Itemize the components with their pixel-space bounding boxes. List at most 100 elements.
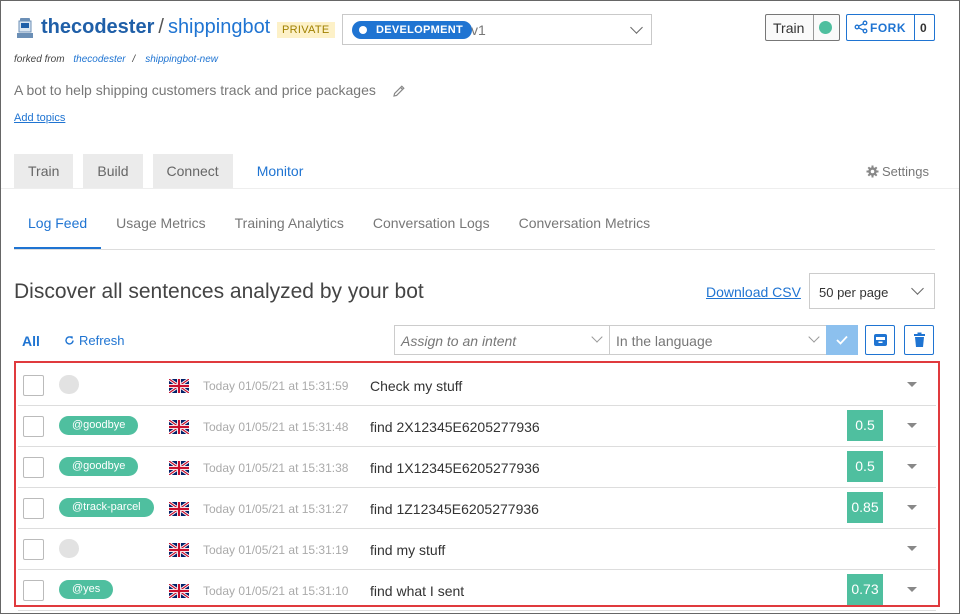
- list-item[interactable]: @yes Today 01/05/21 at 15:31:10 find what …: [18, 570, 936, 611]
- row-sentence: find my stuff: [370, 542, 446, 558]
- fork-button[interactable]: FORK 0: [846, 14, 935, 41]
- tabs-divider: [1, 188, 959, 189]
- intent-tag[interactable]: @goodbye: [59, 416, 139, 435]
- title-separator: /: [158, 16, 164, 38]
- list-item[interactable]: Today 01/05/21 at 15:31:59 Check my stuff: [18, 365, 936, 406]
- check-icon: [836, 335, 848, 345]
- row-sentence: find 1X12345E6205277936: [370, 460, 540, 476]
- uk-flag-icon: [168, 582, 190, 600]
- refresh-icon: [64, 334, 75, 345]
- caret-down-icon[interactable]: [907, 505, 917, 510]
- pencil-icon[interactable]: [392, 84, 406, 98]
- forked-from-label: forked from: [14, 54, 65, 65]
- chevron-down-icon: [591, 331, 603, 343]
- main-tabs: Train Build Connect Monitor: [14, 154, 327, 188]
- uk-flag-icon: [168, 500, 190, 518]
- bot-description: A bot to help shipping customers track a…: [14, 82, 376, 98]
- chevron-down-icon: [630, 21, 643, 34]
- row-sentence: Check my stuff: [370, 378, 463, 394]
- row-sentence: find 1Z12345E6205277936: [370, 501, 539, 517]
- repo-link[interactable]: shippingbot: [168, 16, 270, 38]
- environment-badge: DEVELOPMENT: [352, 21, 473, 39]
- private-badge: PRIVATE: [277, 22, 335, 38]
- download-csv-link[interactable]: Download CSV: [706, 284, 801, 300]
- tab-conversation-logs[interactable]: Conversation Logs: [359, 200, 504, 249]
- assign-intent-placeholder: Assign to an intent: [401, 333, 517, 349]
- select-all-link[interactable]: All: [22, 333, 40, 349]
- bot-title: thecodester / shippingbot: [41, 16, 270, 39]
- intent-tag[interactable]: @goodbye: [59, 457, 139, 476]
- train-status-indicator: [819, 21, 832, 34]
- tab-connect[interactable]: Connect: [152, 154, 233, 188]
- page-title: Discover all sentences analyzed by your …: [14, 280, 424, 303]
- confidence-score: 0.85: [847, 492, 883, 523]
- fork-count: 0: [920, 21, 927, 35]
- forked-from-separator: /: [132, 54, 136, 65]
- train-button[interactable]: Train: [765, 14, 840, 41]
- list-item[interactable]: @goodbye Today 01/05/21 at 15:31:48 find 2…: [18, 406, 936, 447]
- tab-log-feed[interactable]: Log Feed: [14, 200, 102, 249]
- tab-usage-metrics[interactable]: Usage Metrics: [102, 200, 219, 249]
- language-placeholder: In the language: [616, 333, 713, 349]
- assign-intent-select[interactable]: Assign to an intent: [394, 325, 610, 355]
- language-select[interactable]: In the language: [609, 325, 827, 355]
- row-checkbox[interactable]: [23, 498, 44, 519]
- uk-flag-icon: [168, 418, 190, 436]
- tab-training-analytics[interactable]: Training Analytics: [221, 200, 358, 249]
- row-checkbox[interactable]: [23, 416, 44, 437]
- tab-train[interactable]: Train: [14, 154, 74, 188]
- caret-down-icon[interactable]: [907, 423, 917, 428]
- per-page-select[interactable]: 50 per page: [809, 273, 935, 309]
- settings-link[interactable]: Settings: [866, 164, 929, 179]
- refresh-label: Refresh: [79, 333, 125, 348]
- forked-from-repo-link[interactable]: shippingbot-new: [145, 54, 218, 65]
- owner-link[interactable]: thecodester: [41, 16, 154, 38]
- archive-button[interactable]: [865, 325, 895, 355]
- trash-icon: [914, 332, 925, 347]
- log-feed-list: Today 01/05/21 at 15:31:59 Check my stuff…: [14, 361, 940, 611]
- row-timestamp: Today 01/05/21 at 15:31:10: [203, 584, 349, 598]
- tab-conversation-metrics[interactable]: Conversation Metrics: [505, 200, 665, 249]
- intent-tag[interactable]: @yes: [59, 580, 114, 599]
- row-timestamp: Today 01/05/21 at 15:31:27: [203, 502, 349, 516]
- intent-tag[interactable]: @track-parcel: [59, 498, 154, 517]
- bot-icon: [15, 17, 35, 39]
- intent-tag[interactable]: [59, 539, 79, 558]
- row-timestamp: Today 01/05/21 at 15:31:59: [203, 379, 349, 393]
- monitor-subtabs: Log Feed Usage Metrics Training Analytic…: [14, 200, 665, 249]
- tab-build[interactable]: Build: [83, 154, 143, 188]
- list-item[interactable]: Today 01/05/21 at 15:31:19 find my stuff: [18, 529, 936, 570]
- uk-flag-icon: [168, 459, 190, 477]
- row-timestamp: Today 01/05/21 at 15:31:19: [203, 543, 349, 557]
- caret-down-icon[interactable]: [907, 464, 917, 469]
- caret-down-icon[interactable]: [907, 546, 917, 551]
- add-topics-link[interactable]: Add topics: [14, 112, 65, 124]
- row-checkbox[interactable]: [23, 375, 44, 396]
- environment-select[interactable]: DEVELOPMENT v1: [342, 14, 652, 45]
- row-checkbox[interactable]: [23, 539, 44, 560]
- caret-down-icon[interactable]: [907, 587, 917, 592]
- row-sentence: find 2X12345E6205277936: [370, 419, 540, 435]
- intent-tag[interactable]: [59, 375, 79, 394]
- row-checkbox[interactable]: [23, 457, 44, 478]
- refresh-button[interactable]: Refresh: [64, 333, 125, 348]
- confidence-score: 0.73: [847, 574, 883, 605]
- subtabs-divider: [14, 249, 935, 250]
- train-button-divider: [813, 15, 814, 40]
- row-checkbox[interactable]: [23, 580, 44, 601]
- tab-monitor[interactable]: Monitor: [242, 154, 318, 188]
- uk-flag-icon: [168, 377, 190, 395]
- caret-down-icon[interactable]: [907, 382, 917, 387]
- delete-button[interactable]: [904, 325, 934, 355]
- chevron-down-icon: [911, 282, 924, 295]
- uk-flag-icon: [168, 541, 190, 559]
- confirm-button[interactable]: [826, 325, 858, 355]
- settings-label: Settings: [882, 164, 929, 179]
- list-item[interactable]: @track-parcel Today 01/05/21 at 15:31:27 f…: [18, 488, 936, 529]
- row-timestamp: Today 01/05/21 at 15:31:48: [203, 420, 349, 434]
- forked-from-owner-link[interactable]: thecodester: [73, 54, 125, 65]
- row-timestamp: Today 01/05/21 at 15:31:38: [203, 461, 349, 475]
- forked-from: forked from thecodester / shippingbot-new: [14, 54, 218, 65]
- list-item[interactable]: @goodbye Today 01/05/21 at 15:31:38 find 1…: [18, 447, 936, 488]
- fork-button-label: FORK: [870, 21, 906, 35]
